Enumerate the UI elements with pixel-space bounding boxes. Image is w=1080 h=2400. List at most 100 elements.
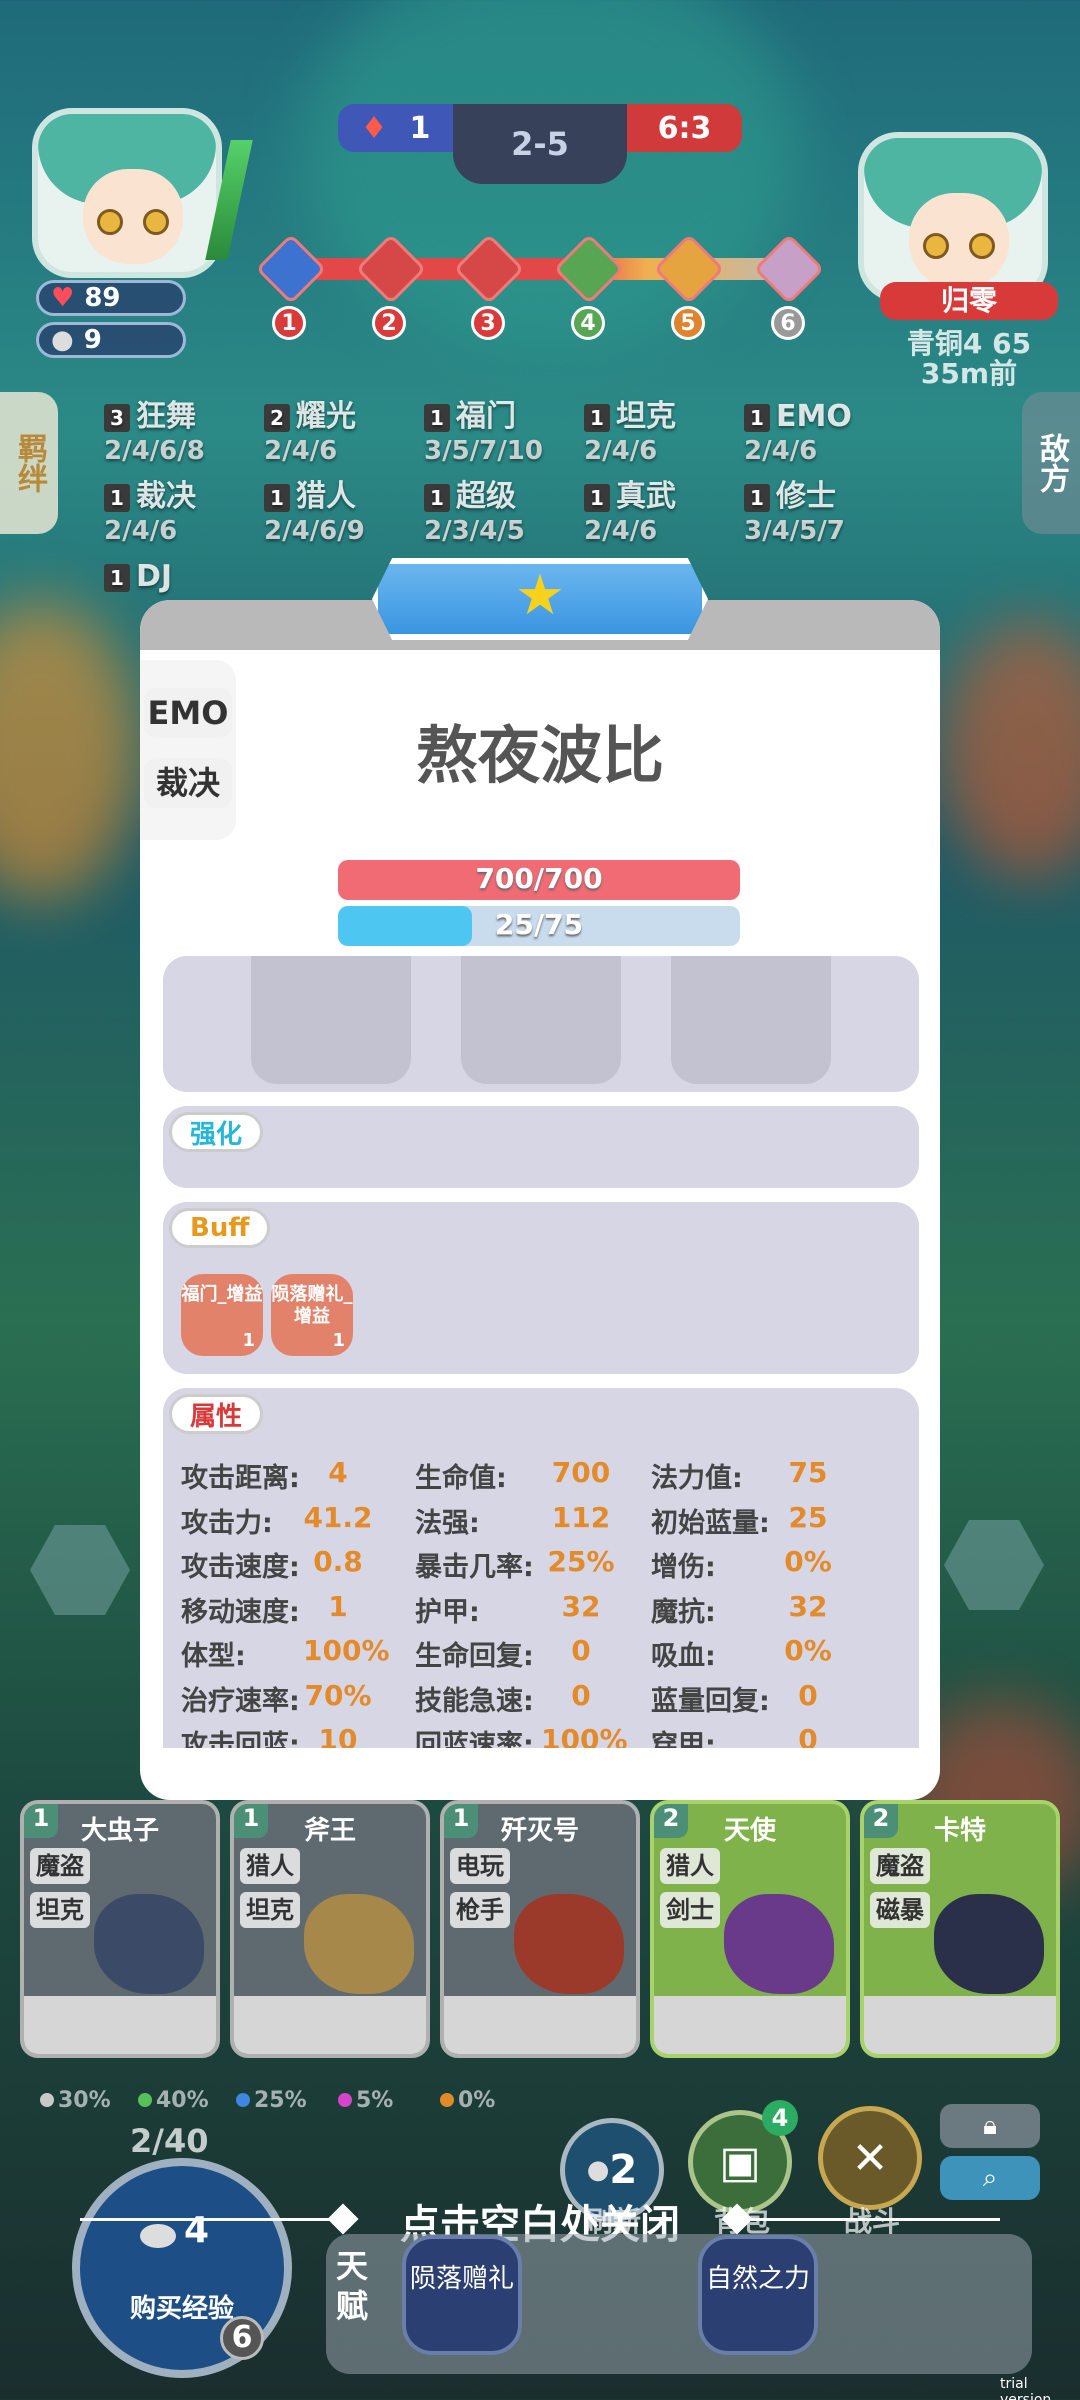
trait-item[interactable]: 1 猎人 2/4/6/9 <box>264 480 424 548</box>
card-name: 斧王 <box>303 1816 356 1846</box>
red-score: 6:3 <box>627 104 742 152</box>
attribute-value: 0% <box>784 1545 832 1578</box>
trait-item[interactable]: 1 福门 3/5/7/10 <box>424 400 584 468</box>
search-button[interactable]: ⌕ <box>940 2156 1040 2200</box>
buff-section: Buff 福门_增益 1 陨落赠礼_增益 1 <box>163 1202 919 1374</box>
talent-item[interactable]: 自然之力 <box>698 2235 818 2355</box>
item-slots-section <box>163 956 919 1092</box>
attribute-value: 10 <box>318 1723 358 1748</box>
item-slot[interactable] <box>251 956 411 1084</box>
backpack-icon: ▣ <box>719 2136 761 2188</box>
shop-card[interactable]: 2 卡特 魔盗 磁暴 <box>860 1800 1060 2058</box>
attribute-value: 32 <box>788 1589 828 1623</box>
shop-card[interactable]: 1 歼灭号 电玩 枪手 <box>440 1800 640 2058</box>
card-footer <box>234 1996 426 2054</box>
unit-portrait <box>514 1894 624 1994</box>
trial-version-label: trial version <box>1000 2376 1052 2400</box>
attribute-label: 增伤: <box>651 1552 716 1583</box>
trait-item[interactable]: 1 DJ <box>104 560 264 594</box>
trait-tag-emo[interactable]: EMO <box>144 688 232 738</box>
player-gold: ● 9 <box>36 322 186 358</box>
item-slot[interactable] <box>461 956 621 1084</box>
round-track <box>270 258 810 280</box>
card-trait: 剑士 <box>660 1892 720 1928</box>
card-trait: 魔盗 <box>870 1848 930 1884</box>
opponent-name: 归零 <box>880 282 1058 320</box>
attribute-label: 吸血: <box>651 1641 716 1672</box>
attributes-section: 属性 攻击距离: 4 生命值: 700 法力值: 75 攻击力: 41.2 法强: 112 初始蓝量… <box>163 1388 919 1748</box>
modal-scroll-area[interactable]: 强化 Buff 福门_增益 1 陨落赠礼_增益 1 属性 攻击距离: 4 生命值: 7… <box>140 956 940 1748</box>
trait-item[interactable]: 1 超级 2/3/4/5 <box>424 480 584 548</box>
buff-item[interactable]: 陨落赠礼_增益 1 <box>271 1274 353 1356</box>
attribute-value: 0% <box>784 1634 832 1667</box>
buff-label: Buff <box>169 1208 271 1248</box>
bench-hex-right[interactable] <box>944 1520 1044 1610</box>
traits-tab[interactable]: 羁绊 <box>0 392 58 534</box>
round-number-1: 1 <box>272 306 306 340</box>
heart-icon: ♥ <box>51 283 75 313</box>
attribute-value: 0 <box>798 1678 818 1712</box>
opponent-time: 35m前 <box>920 357 1018 390</box>
attribute-value: 1 <box>328 1589 348 1623</box>
shop-card[interactable]: 1 大虫子 魔盗 坦克 <box>20 1800 220 2058</box>
attribute-label: 治疗速率: <box>181 1685 300 1717</box>
card-trait: 魔盗 <box>30 1848 90 1884</box>
card-footer <box>654 1996 846 2054</box>
stage-indicator: 2-5 <box>453 104 627 184</box>
blue-score: ♦ 1 <box>338 104 453 152</box>
xp-text: 2/40 <box>130 2122 209 2160</box>
battle-button[interactable]: ✕ <box>818 2106 922 2210</box>
mana-text: 25/75 <box>494 908 584 941</box>
shop-card[interactable]: 1 斧王 猎人 坦克 <box>230 1800 430 2058</box>
card-trait: 猎人 <box>660 1848 720 1884</box>
trait-item[interactable]: 1 真武 2/4/6 <box>584 480 744 548</box>
trait-item[interactable]: 1 坦克 2/4/6 <box>584 400 744 468</box>
unit-detail-modal[interactable]: EMO 裁决 熬夜波比 700/700 25/75 强化 Buff 福门_增益 … <box>140 600 940 1800</box>
trait-item[interactable]: 2 耀光 2/4/6 <box>264 400 424 468</box>
attribute-value: 75 <box>788 1456 828 1489</box>
round-node-1 <box>255 233 327 305</box>
attribute-label: 攻击回蓝: <box>181 1730 300 1748</box>
trait-item[interactable]: 3 狂舞 2/4/6/8 <box>104 400 264 468</box>
crossed-swords-icon: ✕ <box>851 2132 889 2184</box>
talent-item[interactable]: 陨落赠礼 <box>402 2235 522 2355</box>
card-trait: 坦克 <box>30 1892 90 1928</box>
unit-portrait <box>304 1894 414 1994</box>
lock-shop-button[interactable]: 🔒︎ <box>940 2104 1040 2148</box>
trait-item[interactable]: 1 修士 3/4/5/7 <box>744 480 904 548</box>
hp-text: 700/700 <box>475 862 603 895</box>
coin-icon: ● <box>51 325 74 355</box>
card-trait: 电玩 <box>450 1848 510 1884</box>
round-number-3: 3 <box>471 306 505 340</box>
trait-item[interactable]: 1 EMO 2/4/6 <box>744 400 904 468</box>
unit-portrait <box>94 1894 204 1994</box>
attribute-label: 暴击几率: <box>415 1552 534 1583</box>
fire-icon: ♦ <box>360 110 388 146</box>
bag-count-badge: 4 <box>762 2100 798 2136</box>
card-name: 卡特 <box>933 1816 986 1846</box>
enemy-tab[interactable]: 敌方 <box>1022 392 1080 534</box>
card-trait: 磁暴 <box>870 1892 930 1928</box>
attribute-label: 回蓝速率: <box>415 1730 534 1748</box>
close-hint-line-right <box>740 2218 1000 2221</box>
buff-item[interactable]: 福门_增益 1 <box>181 1274 263 1356</box>
star-icon: ★ <box>514 563 566 628</box>
attribute-label: 法强: <box>415 1507 480 1539</box>
attribute-label: 生命回复: <box>415 1641 534 1672</box>
shop-card[interactable]: 2 天使 猎人 剑士 <box>650 1800 850 2058</box>
trait-tag-judge[interactable]: 裁决 <box>144 758 232 808</box>
player-avatar[interactable] <box>32 108 222 278</box>
attribute-value: 0.8 <box>313 1545 363 1578</box>
trait-item[interactable]: 1 裁决 2/4/6 <box>104 480 264 548</box>
opponent-avatar[interactable] <box>858 132 1048 302</box>
bench-hex-left[interactable] <box>30 1525 130 1615</box>
card-name: 天使 <box>723 1816 776 1846</box>
odds-tier-4: 5% <box>338 2088 393 2113</box>
attribute-label: 蓝量回复: <box>651 1685 770 1717</box>
item-slot[interactable] <box>671 956 831 1084</box>
round-number-2: 2 <box>372 306 406 340</box>
card-name: 大虫子 <box>80 1816 159 1846</box>
unit-name: 熬夜波比 <box>415 719 664 792</box>
unit-portrait <box>724 1894 834 1994</box>
attributes-label: 属性 <box>169 1394 264 1434</box>
